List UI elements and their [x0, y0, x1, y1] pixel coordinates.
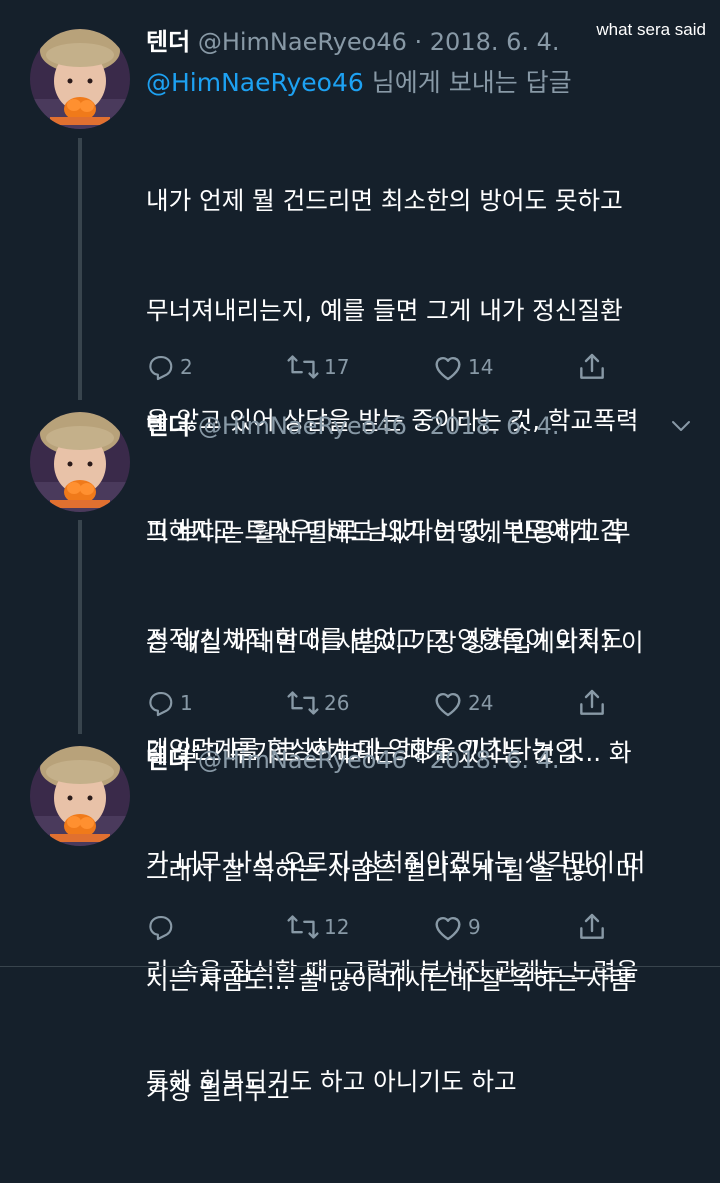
- avatar-image: [30, 746, 130, 846]
- display-name[interactable]: 텐더: [146, 746, 190, 774]
- reply-button[interactable]: [146, 910, 180, 944]
- tweet-text-line: 가장 멀리두고: [146, 1075, 290, 1105]
- heart-icon: [435, 692, 461, 717]
- retweet-count: 26: [324, 691, 350, 715]
- retweet-count: 12: [324, 915, 350, 939]
- tweet-text-line: 슨 얘길 꺼내면 이 사람이 가장 상처입게되지? 이: [146, 627, 644, 657]
- share-button[interactable]: [576, 350, 608, 384]
- like-button[interactable]: 24: [432, 686, 493, 720]
- display-name[interactable]: 텐더: [146, 28, 190, 56]
- reply-icon: [149, 355, 173, 381]
- heart-icon: [435, 356, 461, 381]
- tweet-date[interactable]: · 2018. 6. 4.: [415, 412, 560, 440]
- reply-context: @HimNaeRyeo46 님에게 보내는 답글: [146, 66, 572, 100]
- heart-icon: [435, 916, 461, 941]
- avatar[interactable]: [30, 412, 130, 512]
- like-button[interactable]: 9: [432, 910, 481, 944]
- tweet[interactable]: 텐더 @HimNaeRyeo46 · 2018. 6. 4. 그 보다는 훨씬 …: [0, 400, 720, 1096]
- tweet-header: 텐더 @HimNaeRyeo46 · 2018. 6. 4.: [146, 26, 560, 58]
- retweet-icon: [287, 915, 319, 939]
- share-icon: [580, 689, 604, 715]
- username[interactable]: @HimNaeRyeo46: [198, 28, 407, 56]
- tweet-actions: 12 9: [146, 910, 626, 944]
- username[interactable]: @HimNaeRyeo46: [198, 746, 407, 774]
- reply-icon: [149, 691, 173, 717]
- reply-context-label: 님에게 보내는 답글: [363, 68, 572, 97]
- share-icon: [580, 353, 604, 379]
- tweet-text-line: 그 보다는 훨씬 덜해도 내가 어떻게 반응하고 무: [146, 518, 631, 548]
- like-count: 9: [468, 915, 481, 939]
- share-icon: [580, 913, 604, 939]
- tweet-date[interactable]: · 2018. 6. 4.: [415, 746, 560, 774]
- avatar-image: [30, 412, 130, 512]
- like-count: 14: [468, 355, 494, 379]
- tweet-text-line: 시는 사람도... 술 많이 마시는데 잘 욱하는 사람: [146, 965, 632, 995]
- tweet-text-line: 무너져내리는지, 예를 들면 그게 내가 정신질환: [146, 295, 623, 325]
- reply-icon: [149, 915, 173, 941]
- retweet-icon: [287, 691, 319, 715]
- share-button[interactable]: [576, 686, 608, 720]
- retweet-count: 17: [324, 355, 350, 379]
- tweet-text-line: 그래서 잘 욱하는 사람은 멀리두게 됨 술 많이 마: [146, 856, 639, 886]
- reply-count: 1: [180, 691, 193, 715]
- reply-count: 2: [180, 355, 193, 379]
- avatar[interactable]: [30, 29, 130, 129]
- reply-button[interactable]: 1: [146, 686, 193, 720]
- timeline-divider: [0, 966, 720, 967]
- tweet-text-line: 내가 언제 뭘 건드리면 최소한의 방어도 못하고: [146, 186, 623, 216]
- tweet-date[interactable]: · 2018. 6. 4.: [415, 28, 560, 56]
- tweet-header: 텐더 @HimNaeRyeo46 · 2018. 6. 4.: [146, 744, 560, 776]
- retweet-button[interactable]: 26: [286, 686, 349, 720]
- avatar-image: [30, 29, 130, 129]
- watermark: what sera said: [596, 20, 706, 39]
- retweet-button[interactable]: 12: [286, 910, 349, 944]
- reply-button[interactable]: 2: [146, 350, 193, 384]
- like-count: 24: [468, 691, 494, 715]
- tweet-menu-button[interactable]: [670, 418, 692, 437]
- share-button[interactable]: [576, 910, 608, 944]
- like-button[interactable]: 14: [432, 350, 493, 384]
- chevron-down-icon: [672, 421, 690, 431]
- reply-mention-link[interactable]: @HimNaeRyeo46: [146, 68, 364, 97]
- tweet-header: 텐더 @HimNaeRyeo46 · 2018. 6. 4.: [146, 410, 560, 442]
- tweet-actions: 1 26 24: [146, 686, 626, 720]
- tweet[interactable]: 텐더 @HimNaeRyeo46 · 2018. 6. 4. 그래서 잘 욱하는…: [0, 734, 720, 1105]
- username[interactable]: @HimNaeRyeo46: [198, 412, 407, 440]
- tweet-actions: 2 17 14: [146, 350, 626, 384]
- avatar[interactable]: [30, 746, 130, 846]
- display-name[interactable]: 텐더: [146, 412, 190, 440]
- tweet[interactable]: 텐더 @HimNaeRyeo46 · 2018. 6. 4. @HimNaeRy…: [0, 0, 720, 764]
- retweet-button[interactable]: 17: [286, 350, 349, 384]
- retweet-icon: [287, 355, 319, 379]
- tweet-text: 그래서 잘 욱하는 사람은 멀리두게 됨 술 많이 마 시는 사람도... 술 …: [146, 780, 686, 1183]
